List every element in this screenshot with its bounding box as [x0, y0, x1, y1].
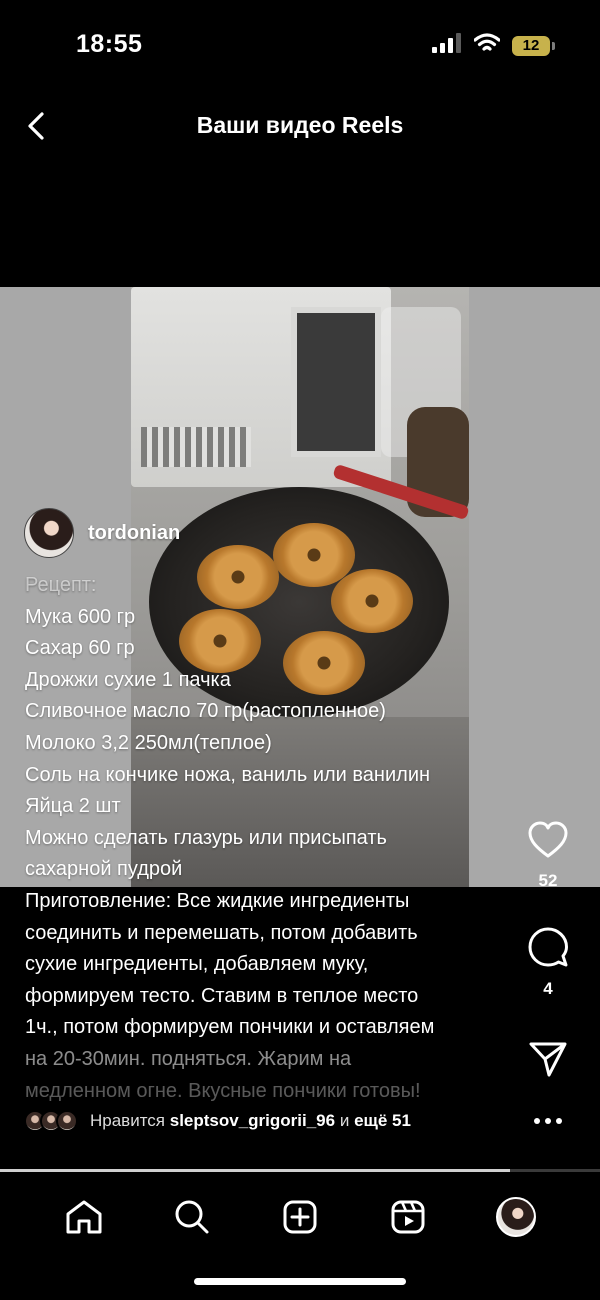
caption-line: формируем тесто. Ставим в теплое место — [25, 984, 419, 1007]
comment-icon — [528, 927, 568, 967]
nav-search[interactable] — [162, 1187, 222, 1247]
battery-level: 12 — [522, 37, 540, 54]
caption-line: соединить и перемешать, потом добавить — [25, 921, 418, 944]
send-icon — [529, 1042, 567, 1077]
likes-count[interactable]: 52 — [518, 871, 578, 891]
more-action — [518, 1112, 578, 1130]
heart-icon — [528, 821, 568, 858]
caption-line: Дрожжи сухие 1 пачка — [25, 668, 231, 691]
comment-action: 4 — [518, 926, 578, 999]
header: Ваши видео Reels — [0, 96, 600, 156]
caption-line: Молоко 3,2 250мл(теплое) — [25, 731, 272, 754]
search-icon — [175, 1200, 209, 1234]
author-name[interactable]: tordonian — [88, 522, 180, 545]
liked-by-and: и — [339, 1111, 350, 1130]
caption-line: Соль на кончике ножа, ваниль или ванилин — [25, 763, 431, 786]
reels-icon — [391, 1200, 425, 1234]
caption-line: Приготовление: Все жидкие ингредиенты — [25, 889, 410, 912]
caption-line: сахарной пудрой — [25, 858, 183, 881]
caption-line: Мука 600 гр — [25, 605, 136, 628]
caption-line: Можно сделать глазурь или присыпать — [25, 826, 387, 849]
liked-by-row[interactable]: Нравится sleptsov_grigorii_96 и ещё 51 — [24, 1110, 411, 1132]
signal-icon — [432, 33, 462, 58]
status-bar: 18:55 12 — [0, 0, 600, 90]
more-button[interactable] — [518, 1112, 578, 1130]
like-action: 52 — [518, 820, 578, 891]
post-caption[interactable]: Рецепт: Мука 600 гр Сахар 60 гр Дрожжи с… — [25, 570, 495, 1107]
caption-line: медленном огне. Вкусные пончики готовы! — [25, 1079, 421, 1102]
liked-by-avatars — [24, 1110, 78, 1132]
wifi-icon — [473, 33, 501, 58]
liked-by-prefix: Нравится — [90, 1111, 166, 1130]
battery-icon: 12 — [512, 35, 555, 56]
status-icons: 12 — [432, 33, 555, 58]
nav-profile[interactable] — [486, 1187, 546, 1247]
like-button[interactable] — [518, 820, 578, 865]
caption-line: Рецепт: — [25, 574, 97, 596]
post-author[interactable]: tordonian — [24, 508, 180, 558]
caption-line: Сливочное масло 70 гр(растопленное) — [25, 700, 386, 723]
nav-home[interactable] — [54, 1187, 114, 1247]
comments-count[interactable]: 4 — [518, 979, 578, 999]
microwave-image — [131, 287, 391, 487]
caption-line: Сахар 60 гр — [25, 637, 135, 660]
bottom-nav — [0, 1172, 600, 1262]
create-icon — [283, 1200, 317, 1234]
caption-line: сухие ингредиенты, добавляем муку, — [25, 953, 369, 976]
caption-line: 1ч., потом формируем пончики и оставляем — [25, 1016, 435, 1039]
liked-by-rest[interactable]: ещё 51 — [354, 1111, 411, 1131]
nav-create[interactable] — [270, 1187, 330, 1247]
caption-line: Яйца 2 шт — [25, 795, 121, 818]
liked-by-user[interactable]: sleptsov_grigorii_96 — [170, 1111, 335, 1131]
caption-line: на 20-30мин. подняться. Жарим на — [25, 1047, 352, 1070]
share-button[interactable] — [518, 1040, 578, 1083]
share-action — [518, 1040, 578, 1083]
nav-reels[interactable] — [378, 1187, 438, 1247]
home-icon — [66, 1200, 102, 1234]
author-avatar[interactable] — [24, 508, 74, 558]
home-indicator — [194, 1278, 406, 1285]
comment-button[interactable] — [518, 926, 578, 973]
status-time: 18:55 — [76, 30, 143, 58]
page-title: Ваши видео Reels — [196, 112, 404, 138]
more-icon — [534, 1118, 562, 1124]
profile-avatar — [496, 1197, 536, 1237]
avatar — [56, 1110, 78, 1132]
